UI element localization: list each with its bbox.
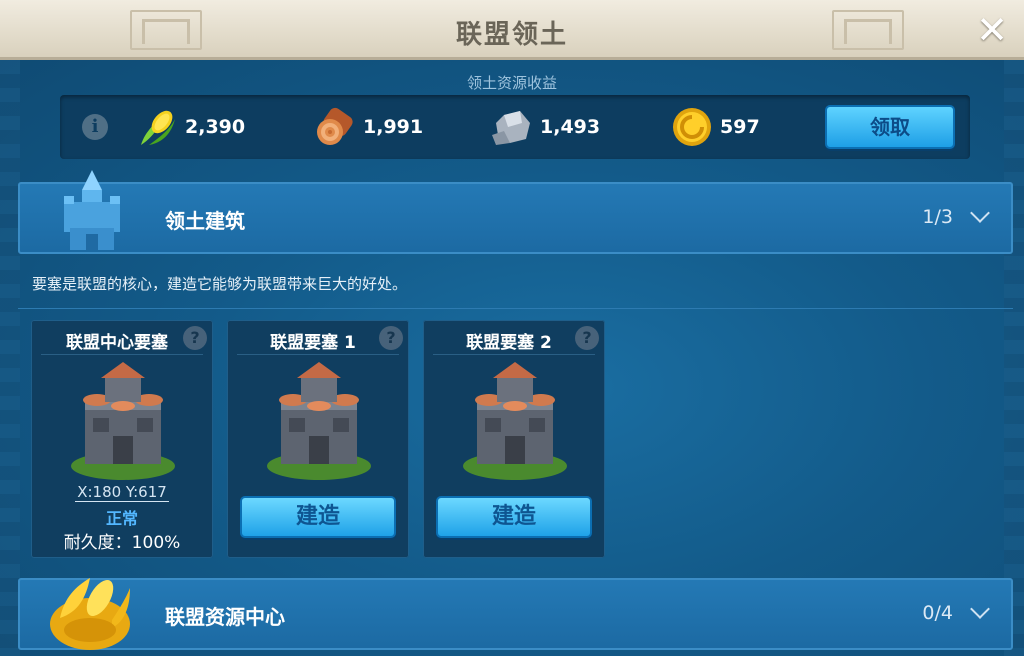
income-bar: i 2,390 1,991 1,493 597 领取 bbox=[60, 95, 970, 159]
fortress-icon bbox=[463, 362, 567, 480]
wood-log-icon bbox=[317, 107, 353, 145]
stone-icon bbox=[492, 111, 530, 145]
corn-icon bbox=[141, 110, 175, 145]
help-icon[interactable]: ? bbox=[575, 326, 599, 350]
info-icon[interactable]: i bbox=[82, 114, 108, 140]
income-title: 领土资源收益 bbox=[466, 74, 557, 92]
resource-gold-value: 597 bbox=[720, 116, 760, 138]
section-alliance-resource-centers[interactable]: 联盟资源中心 0/4 bbox=[18, 578, 1013, 650]
section-count: 0/4 bbox=[922, 602, 953, 624]
section-territory-buildings[interactable]: 领土建筑 1/3 bbox=[18, 182, 1013, 254]
blue-fortress-icon bbox=[64, 170, 120, 250]
fortress-icon bbox=[267, 362, 371, 480]
card-divider bbox=[433, 354, 595, 355]
card-divider bbox=[41, 354, 203, 355]
close-button[interactable]: ✕ bbox=[972, 10, 1012, 50]
help-icon[interactable]: ? bbox=[379, 326, 403, 350]
resource-food-value: 2,390 bbox=[185, 116, 246, 138]
coordinates-link[interactable]: X:180 Y:617 bbox=[75, 483, 169, 502]
resource-wood-value: 1,991 bbox=[363, 116, 424, 138]
section-description: 要塞是联盟的核心，建造它能够为联盟带来巨大的好处。 bbox=[32, 275, 408, 293]
panel-border-pattern-left bbox=[0, 60, 20, 656]
title-bar: 联盟领土 ✕ bbox=[0, 0, 1024, 60]
fortress-coordinates[interactable]: X:180 Y:617 bbox=[31, 483, 213, 502]
fortress-icon bbox=[71, 362, 175, 480]
panel-border-pattern-right bbox=[1004, 60, 1024, 656]
chevron-down-icon bbox=[970, 599, 990, 619]
section-count: 1/3 bbox=[922, 206, 953, 228]
divider bbox=[18, 308, 1013, 309]
build-button[interactable]: 建造 bbox=[240, 496, 396, 538]
build-button[interactable]: 建造 bbox=[436, 496, 592, 538]
status-text: 正常 bbox=[105, 509, 138, 528]
card-alliance-fortress-1: 联盟要塞 1 ? 建造 bbox=[227, 320, 409, 558]
help-icon[interactable]: ? bbox=[183, 326, 207, 350]
section-title: 领土建筑 bbox=[165, 209, 245, 233]
card-divider bbox=[237, 354, 399, 355]
claim-button[interactable]: 领取 bbox=[825, 105, 955, 149]
card-alliance-fortress-2: 联盟要塞 2 ? 建造 bbox=[423, 320, 605, 558]
resource-stone-value: 1,493 bbox=[540, 116, 601, 138]
durability-text: 耐久度：100% bbox=[63, 533, 181, 553]
section-title: 联盟资源中心 bbox=[165, 605, 285, 629]
gold-coin-icon bbox=[673, 108, 711, 146]
card-alliance-center-fortress: 联盟中心要塞 ? X:180 Y:617 正常 耐久度：100% bbox=[31, 320, 213, 558]
chevron-down-icon bbox=[970, 203, 990, 223]
gold-corn-icon bbox=[50, 578, 130, 650]
title-ornament-right bbox=[832, 10, 904, 50]
